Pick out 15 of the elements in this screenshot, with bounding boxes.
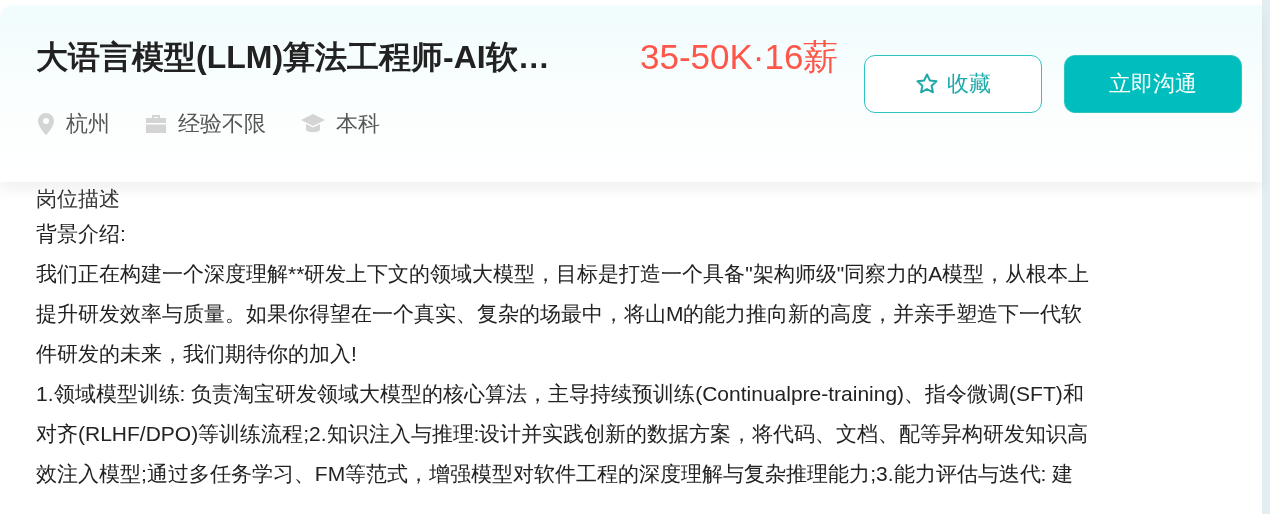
meta-text: 经验不限 [178,110,266,138]
chat-button[interactable]: 立即沟通 [1064,55,1242,113]
star-icon [915,72,939,96]
job-title: 大语言模型(LLM)算法工程师-AI软… [36,38,551,77]
description-paragraph: 背景介绍: [36,221,127,247]
description-paragraph: 1.领域模型训练: 负责淘宝研发领域大模型的核心算法，主导持续预训练(Continualpre-training)、指令微调(SFT)和 对齐(RLHF/DPO)等训练流程;2.知识注入与推理:设计并实践创新的数据方案，将代码、文档、配等异构研发知识高 效注入模型;通过多任务学习、FM等范式，增强模型对软件工程的深度理解与复杂推理能力;3.能力评估与迭代: 建 [36,381,1090,487]
favorite-button[interactable]: 收藏 [864,55,1042,113]
meta-text: 本科 [336,110,380,138]
briefcase-icon [144,113,168,135]
meta-text: 杭州 [66,110,110,138]
description-paragraph: 我们正在构建一个深度理解**研发上下文的领域大模型，目标是打造一个具备"架构师级"同察力的A模型，从根本上 提升研发效率与质量。如果你得望在一个真实、复杂的场最中，将山M的能力推向新的高度，并亲手塑造下一代软 件研发的未来，我们期待你的加入! [36,261,1091,367]
salary: 35-50K·16薪 [640,37,839,77]
graduation-cap-icon [300,113,326,135]
location-pin-icon [36,112,56,136]
section-heading: 岗位描述 [36,186,121,212]
